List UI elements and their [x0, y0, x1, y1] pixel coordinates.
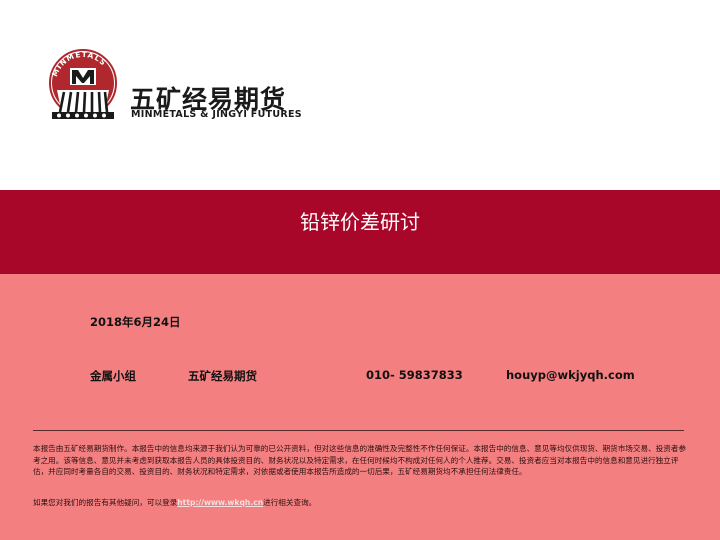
header: MINMETALS 五矿经易期货 MINMETALS & JINGYI FUTU…	[0, 0, 720, 190]
report-date: 2018年6月24日	[90, 315, 181, 329]
contact-phone: 010- 59837833	[366, 368, 463, 382]
contact-note-prefix: 如果您对我们的报告有其他疑问，可以登录	[33, 498, 178, 507]
company-name-en: MINMETALS & JINGYI FUTURES	[131, 109, 302, 120]
contact-company: 五矿经易期货	[188, 369, 257, 383]
disclaimer-text: 本报告由五矿经易期货制作。本报告中的信息均来源于我们认为可靠的已公开资料，但对这…	[33, 444, 687, 477]
report-title: 铅锌价差研讨	[300, 210, 420, 234]
contact-team: 金属小组	[90, 369, 136, 383]
contact-note: 如果您对我们的报告有其他疑问，可以登录http://www.wkqh.cn进行相…	[33, 497, 316, 508]
minmetals-logo-icon: MINMETALS	[49, 49, 117, 119]
website-link[interactable]: http://www.wkqh.cn	[177, 498, 263, 507]
contact-note-suffix: 进行相关查询。	[263, 498, 317, 507]
contact-email[interactable]: houyp@wkjyqh.com	[506, 368, 635, 382]
divider	[33, 430, 684, 431]
